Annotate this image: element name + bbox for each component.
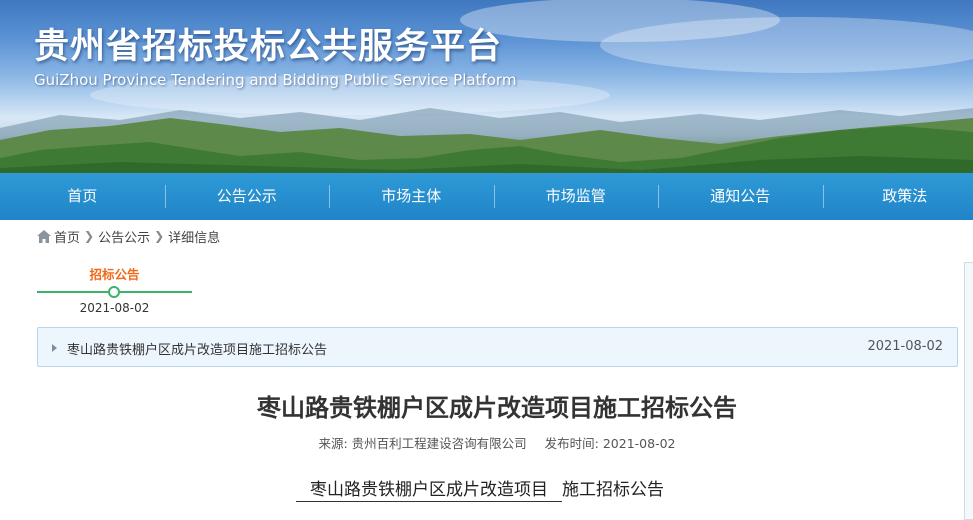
related-notice-title[interactable]: 枣山路贵铁棚户区成片改造项目施工招标公告 [67, 339, 327, 358]
nav-item-market-entities[interactable]: 市场主体 [329, 173, 494, 220]
chevron-right-icon: ❯ [84, 229, 94, 243]
home-icon [37, 230, 51, 243]
breadcrumb-home[interactable]: 首页 [54, 227, 80, 246]
breadcrumb-announcements[interactable]: 公告公示 [98, 227, 150, 246]
body-suffix: 施工招标公告 [562, 480, 664, 500]
nav-item-market-supervision[interactable]: 市场监管 [494, 173, 659, 220]
caret-right-icon [52, 344, 57, 352]
article-publish-time: 发布时间: 2021-08-02 [545, 436, 676, 451]
main-nav: 首页 公告公示 市场主体 市场监管 通知公告 政策法 [0, 173, 973, 220]
nav-item-notices[interactable]: 通知公告 [658, 173, 823, 220]
article-title: 枣山路贵铁棚户区成片改造项目施工招标公告 [0, 388, 973, 423]
breadcrumb: 首页 ❯ 公告公示 ❯ 详细信息 [37, 227, 220, 245]
nav-item-policies[interactable]: 政策法 [823, 173, 973, 220]
related-notice-row[interactable]: 枣山路贵铁棚户区成片改造项目施工招标公告 2021-08-02 [37, 327, 958, 367]
timeline-date: 2021-08-02 [37, 301, 192, 315]
chevron-right-icon: ❯ [154, 229, 164, 243]
article-body-heading: 枣山路贵铁棚户区成片改造项目施工招标公告 [296, 475, 664, 502]
announcement-timeline: 招标公告 2021-08-02 [37, 262, 192, 322]
project-name-underlined: 枣山路贵铁棚户区成片改造项目 [296, 475, 562, 502]
article-meta: 来源: 贵州百利工程建设咨询有限公司 发布时间: 2021-08-02 [0, 433, 973, 452]
timeline-dot-icon [108, 286, 120, 298]
site-subtitle: GuiZhou Province Tendering and Bidding P… [34, 71, 516, 89]
nav-item-announcements[interactable]: 公告公示 [165, 173, 330, 220]
header-banner: 贵州省招标投标公共服务平台 GuiZhou Province Tendering… [0, 0, 973, 173]
site-title: 贵州省招标投标公共服务平台 [34, 18, 502, 69]
nav-item-home[interactable]: 首页 [0, 173, 165, 220]
timeline-label[interactable]: 招标公告 [37, 264, 192, 283]
breadcrumb-detail: 详细信息 [168, 227, 220, 246]
article-source: 来源: 贵州百利工程建设咨询有限公司 [318, 436, 526, 451]
related-notice-date: 2021-08-02 [867, 339, 943, 354]
